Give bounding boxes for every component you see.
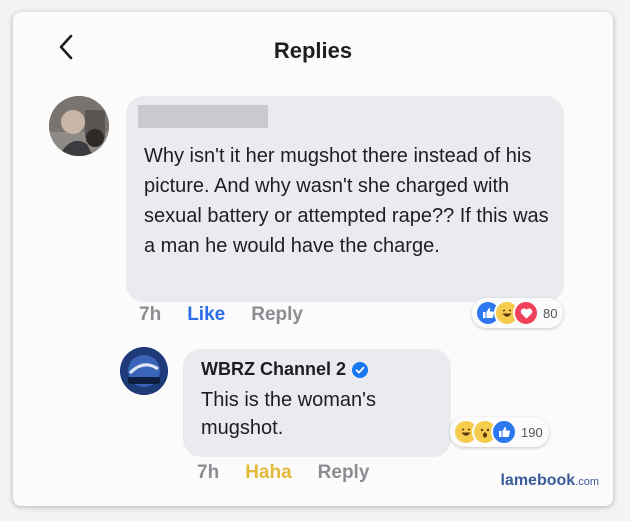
reply-timestamp: 7h (197, 462, 220, 483)
comment-reactions[interactable]: 80 (472, 298, 564, 328)
reply-bubble: WBRZ Channel 2 This is the woman's mugsh… (183, 349, 451, 457)
comment-timestamp: 7h (139, 304, 162, 325)
reply-text: This is the woman's mugshot. (201, 389, 376, 439)
reply-author-row: WBRZ Channel 2 (201, 359, 369, 380)
profile-photo (49, 96, 109, 156)
like-button[interactable]: Like (187, 304, 225, 326)
reply-button[interactable]: Reply (251, 304, 303, 326)
verified-badge-icon (352, 361, 369, 378)
comment-bubble: Why isn't it her mugshot there instead o… (126, 96, 564, 302)
comment-text: Why isn't it her mugshot there instead o… (144, 145, 549, 257)
haha-reaction-button[interactable]: Haha (245, 462, 291, 484)
watermark-domain: .com (575, 476, 599, 488)
reply-actions: 7h Haha Reply (197, 462, 369, 484)
wbrz-logo (120, 347, 168, 395)
reaction-count: 80 (543, 305, 558, 321)
reply-reactions[interactable]: 190 (450, 417, 549, 447)
like-icon (491, 419, 517, 445)
reaction-count: 190 (521, 424, 543, 440)
love-icon (513, 300, 539, 326)
watermark-brand: lamebook (500, 472, 576, 489)
header: Replies (13, 12, 613, 80)
page-avatar[interactable] (120, 347, 168, 395)
watermark: lamebook.com (500, 472, 599, 490)
reply-button[interactable]: Reply (318, 462, 370, 484)
reply-author-name[interactable]: WBRZ Channel 2 (201, 359, 346, 380)
redacted-author-name (138, 105, 268, 128)
comment-actions: 7h Like Reply (139, 304, 303, 326)
avatar[interactable] (49, 96, 109, 156)
page-title: Replies (273, 38, 353, 63)
replies-screen: Replies Why isn't it her mugshot there i… (13, 12, 613, 506)
